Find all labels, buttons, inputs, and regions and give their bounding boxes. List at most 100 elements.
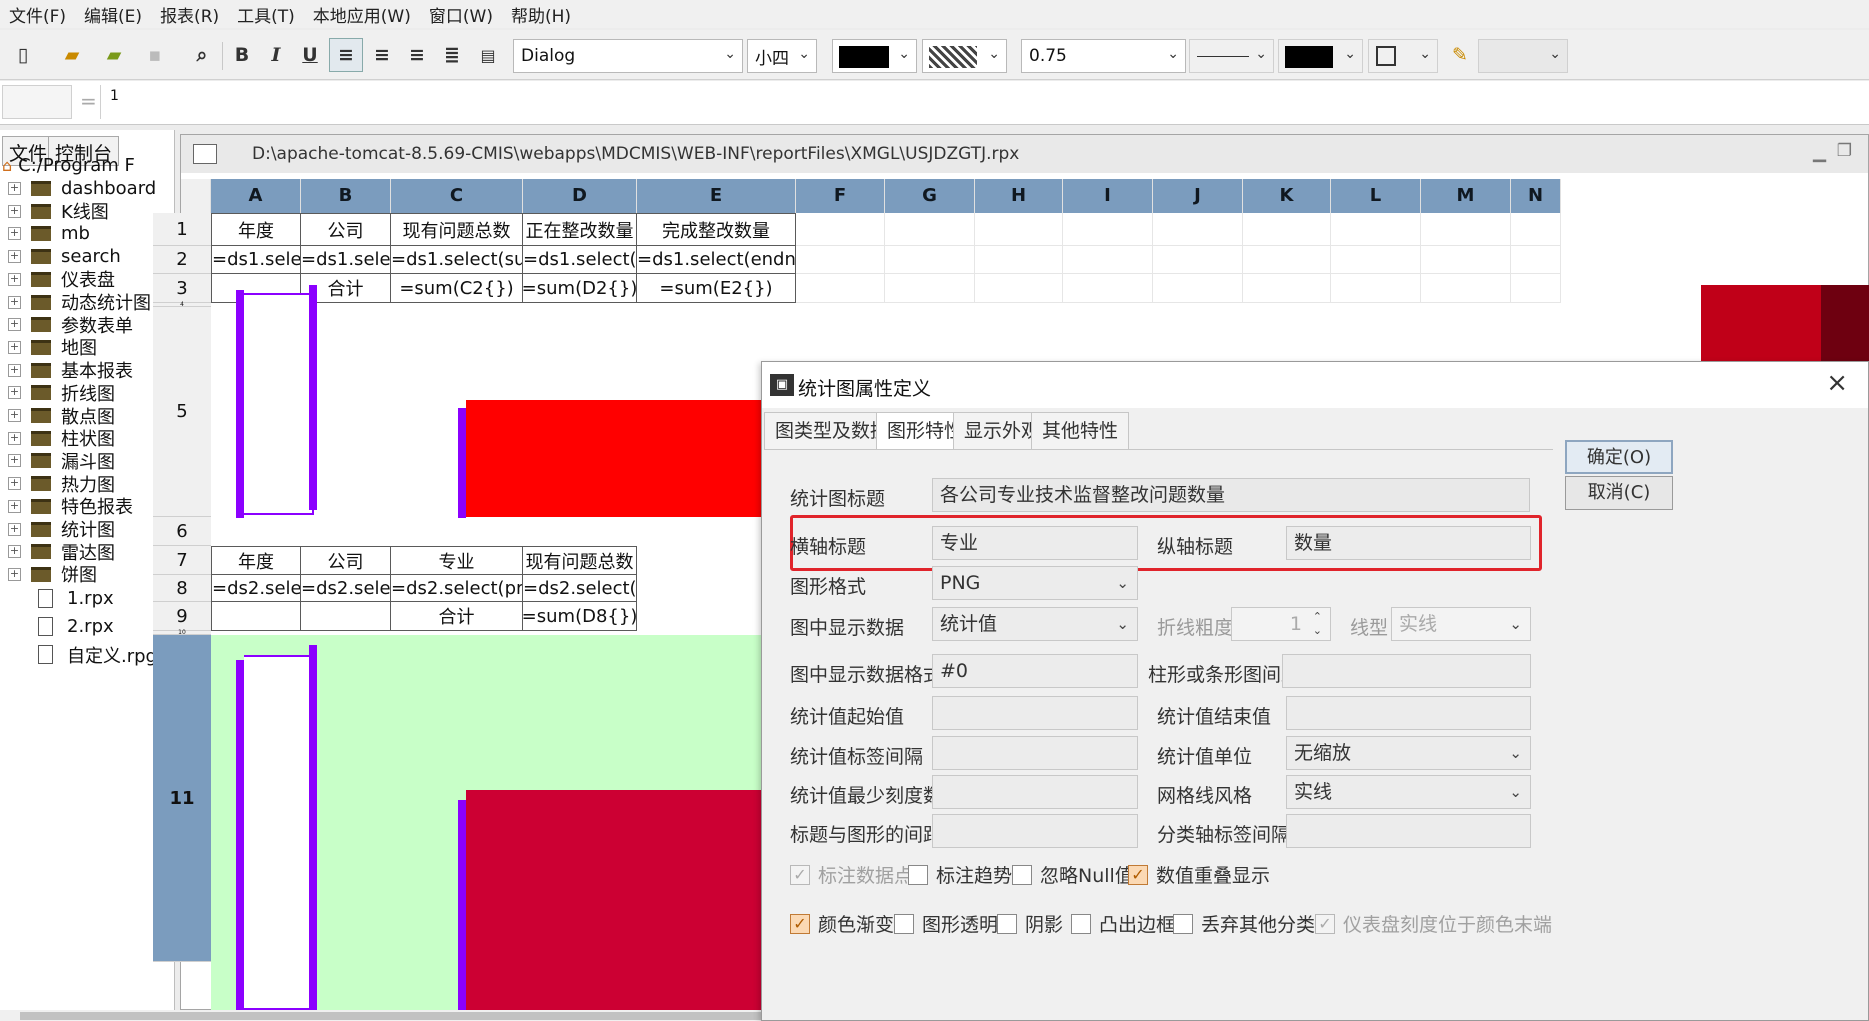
tick-interval-input[interactable] xyxy=(932,736,1138,770)
table-cell[interactable]: 现有问题总数 xyxy=(523,546,637,575)
table-cell[interactable]: =ds1.select(don xyxy=(523,246,637,274)
empty-cell[interactable] xyxy=(1511,246,1561,274)
table-cell[interactable]: =ds1.select( xyxy=(301,246,391,274)
empty-cell[interactable] xyxy=(1063,213,1153,246)
row-header[interactable]: 5 xyxy=(153,307,211,517)
column-header-c[interactable]: C xyxy=(391,179,523,213)
checkbox[interactable]: ✓ 颜色渐变 xyxy=(790,910,894,937)
table-cell[interactable]: =ds2.select(s xyxy=(523,575,637,602)
tree-file-item[interactable]: 1.rpx xyxy=(8,585,114,612)
table-cell[interactable]: 合计 xyxy=(391,602,523,631)
justify-icon[interactable]: ≣ xyxy=(435,38,469,72)
empty-cell[interactable] xyxy=(796,246,885,274)
empty-cell[interactable] xyxy=(885,213,975,246)
expand-icon[interactable]: + xyxy=(8,409,21,422)
row-header[interactable]: 9 xyxy=(153,602,211,631)
line-width-select[interactable]: 0.75 ⌄ xyxy=(1021,39,1186,73)
table-cell[interactable]: 现有问题总数 xyxy=(391,213,523,246)
menu-local-app[interactable]: 本地应用(W) xyxy=(304,2,420,27)
column-header-e[interactable]: E xyxy=(637,179,796,213)
category-interval-input[interactable] xyxy=(1286,814,1531,848)
extra-select[interactable]: ⌄ xyxy=(1478,39,1568,73)
checkbox-box[interactable]: ✓ xyxy=(1315,913,1335,934)
checkbox[interactable]: ✓ 标注数据点 xyxy=(790,861,913,888)
empty-cell[interactable] xyxy=(1063,274,1153,303)
empty-cell[interactable] xyxy=(1511,213,1561,246)
expand-icon[interactable]: + xyxy=(8,477,21,491)
column-header-m[interactable]: M xyxy=(1421,179,1511,213)
expand-icon[interactable]: + xyxy=(8,545,21,559)
table-cell[interactable]: =ds1.select(sum( xyxy=(391,246,523,274)
chart-title-input[interactable]: 各公司专业技术监督整改问题数量 xyxy=(932,478,1530,512)
column-header-a[interactable]: A xyxy=(211,179,301,213)
ok-button[interactable]: 确定(O) xyxy=(1565,440,1673,474)
column-header-d[interactable]: D xyxy=(523,179,637,213)
expand-icon[interactable]: + xyxy=(8,272,21,286)
empty-cell[interactable] xyxy=(796,213,885,246)
expand-icon[interactable]: + xyxy=(8,182,21,195)
menu-report[interactable]: 报表(R) xyxy=(151,2,228,27)
column-header-f[interactable]: F xyxy=(796,179,885,213)
bold-icon[interactable]: B xyxy=(225,38,259,72)
table-cell[interactable]: 专业 xyxy=(391,546,523,575)
table-cell[interactable] xyxy=(211,602,301,631)
checkbox-box[interactable] xyxy=(1012,864,1032,885)
align-center-icon[interactable]: ≡ xyxy=(365,38,399,72)
row-header[interactable]: 8 xyxy=(153,575,211,602)
expand-icon[interactable]: + xyxy=(8,250,21,264)
empty-cell[interactable] xyxy=(1243,246,1331,274)
empty-cell[interactable] xyxy=(1331,213,1421,246)
empty-cell[interactable] xyxy=(975,246,1063,274)
checkbox-box[interactable]: ✓ xyxy=(790,913,810,934)
table-cell[interactable]: 完成整改数量 xyxy=(637,213,796,246)
show-data-select[interactable]: 统计值 ⌄ xyxy=(932,607,1138,641)
title-gap-input[interactable] xyxy=(932,814,1138,848)
tree-file-item[interactable]: 2.rpx xyxy=(8,613,114,640)
wrap-icon[interactable]: ▤ xyxy=(471,38,505,72)
font-color-select[interactable]: ⌄ xyxy=(832,39,917,73)
empty-cell[interactable] xyxy=(1153,213,1243,246)
open-recent-icon[interactable]: ▰ xyxy=(97,38,131,72)
column-header-l[interactable]: L xyxy=(1331,179,1421,213)
table-cell[interactable]: 年度 xyxy=(211,546,301,575)
table-cell[interactable]: 公司 xyxy=(301,213,391,246)
save-icon[interactable]: ▪ xyxy=(138,38,172,72)
align-right-icon[interactable]: ≡ xyxy=(400,38,434,72)
table-cell[interactable]: =sum(C2{}) xyxy=(391,274,523,303)
table-cell[interactable]: =ds1.select( xyxy=(211,246,301,274)
tab-other[interactable]: 其他特性 xyxy=(1031,412,1130,450)
tree-folder-item[interactable]: + 饼图 xyxy=(8,561,97,588)
expand-icon[interactable]: + xyxy=(8,295,21,309)
table-cell[interactable] xyxy=(301,602,391,631)
empty-cell[interactable] xyxy=(796,274,885,303)
expand-icon[interactable]: + xyxy=(8,454,21,468)
empty-cell[interactable] xyxy=(1331,246,1421,274)
table-cell[interactable]: =ds2.select( xyxy=(301,575,391,602)
align-left-icon[interactable]: ≡ xyxy=(329,38,363,72)
empty-cell[interactable] xyxy=(1511,274,1561,303)
empty-cell[interactable] xyxy=(1153,274,1243,303)
open-folder-icon[interactable]: ▰ xyxy=(55,38,89,72)
table-cell[interactable]: 公司 xyxy=(301,546,391,575)
table-cell[interactable]: =sum(D2{}) xyxy=(523,274,637,303)
checkbox-box[interactable] xyxy=(1173,913,1193,934)
unit-select[interactable]: 无缩放 ⌄ xyxy=(1286,736,1531,770)
expand-icon[interactable]: + xyxy=(8,431,21,445)
x-axis-title-input[interactable]: 专业 xyxy=(932,526,1138,560)
min-ticks-input[interactable] xyxy=(932,775,1138,809)
column-header-n[interactable]: N xyxy=(1511,179,1561,213)
menu-edit[interactable]: 编辑(E) xyxy=(75,2,151,27)
empty-cell[interactable] xyxy=(1243,213,1331,246)
empty-cell[interactable] xyxy=(1331,274,1421,303)
start-value-input[interactable] xyxy=(932,696,1138,730)
font-select[interactable]: Dialog ⌄ xyxy=(513,39,743,73)
checkbox-box[interactable]: ✓ xyxy=(790,864,810,885)
column-header-i[interactable]: I xyxy=(1063,179,1153,213)
expand-icon[interactable]: + xyxy=(8,522,21,536)
column-header-b[interactable]: B xyxy=(301,179,391,213)
checkbox[interactable]: ✓ 仪表盘刻度位于颜色末端 xyxy=(1315,910,1552,937)
line-type-select[interactable]: 实线 ⌄ xyxy=(1391,607,1531,641)
checkbox[interactable]: 忽略Null值 xyxy=(1012,861,1134,888)
bar-gap-input[interactable] xyxy=(1282,654,1531,688)
empty-cell[interactable] xyxy=(1243,274,1331,303)
